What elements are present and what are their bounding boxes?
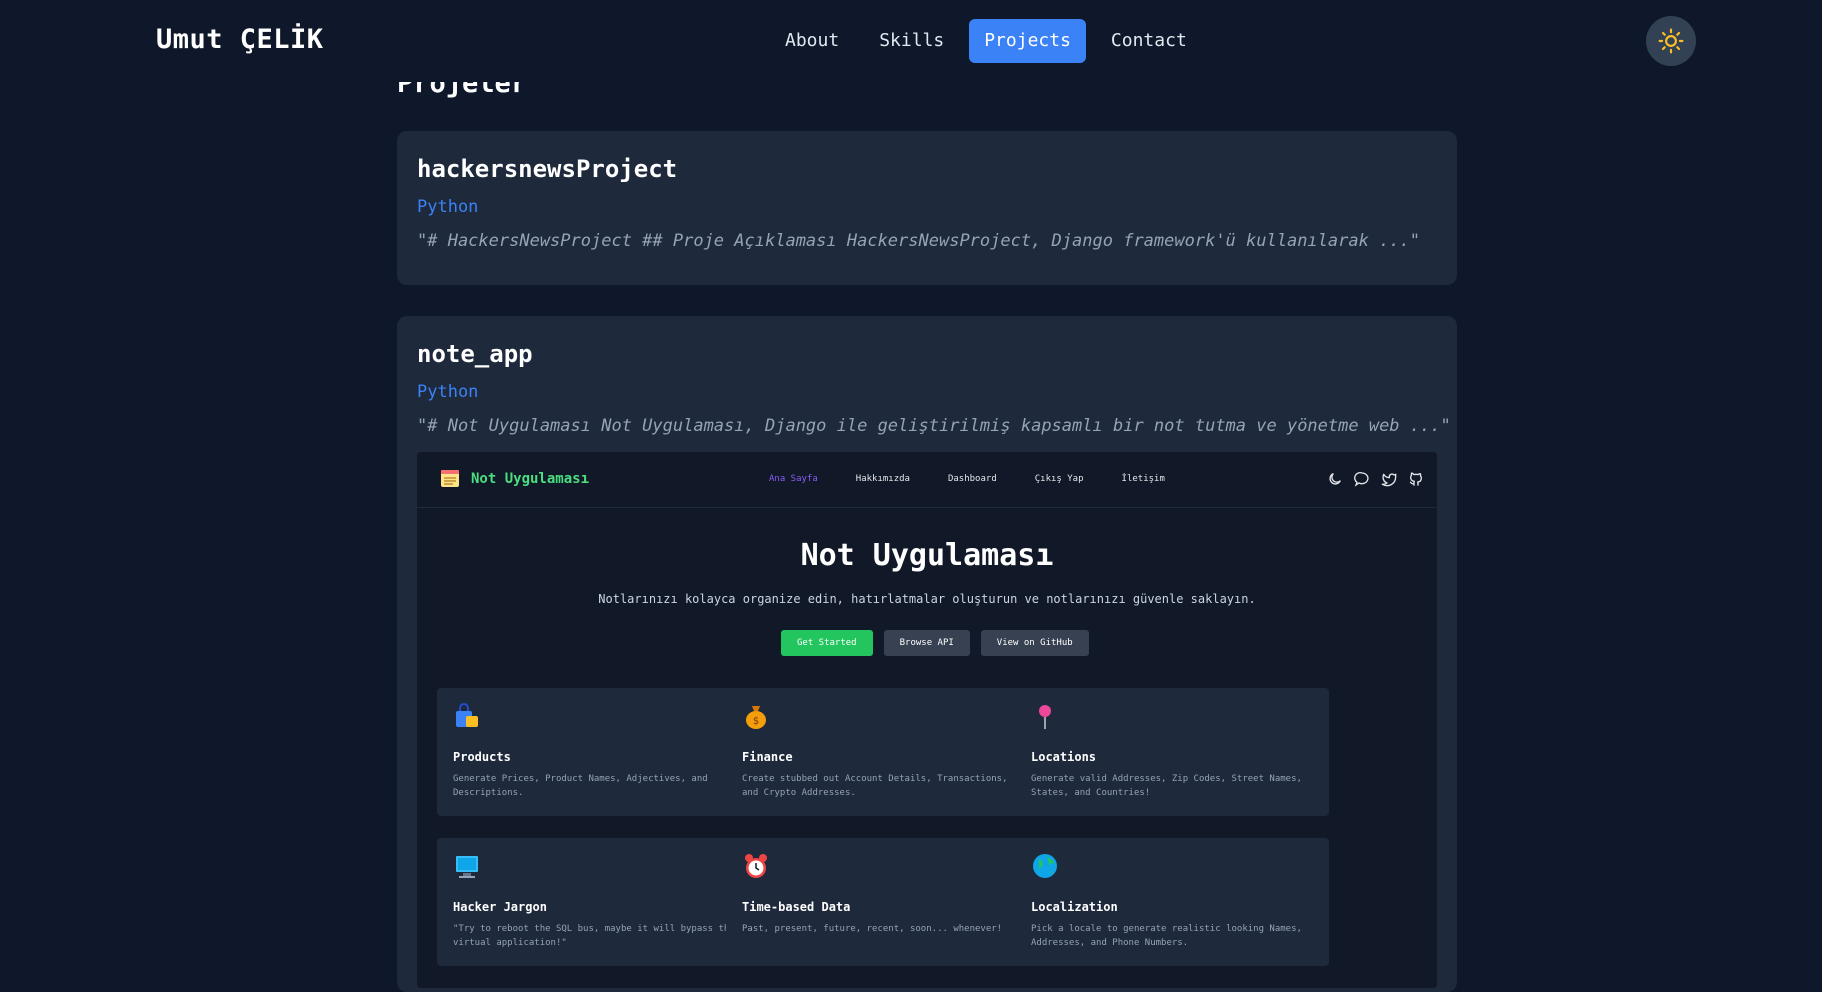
preview-feature-desc: "Try to reboot the SQL bus, maybe it wil…	[453, 924, 735, 948]
notepad-icon	[441, 470, 459, 487]
preview-feature-desc: Pick a locale to generate realistic look…	[1031, 924, 1302, 948]
preview-feature-title: Time-based Data	[742, 900, 851, 914]
preview-navbar: Not Uygulaması Ana Sayfa Hakkımızda Dash…	[417, 452, 1437, 508]
preview-hero-buttons: Get Started Browse API View on GitHub	[781, 630, 1089, 656]
moon-icon	[1329, 473, 1341, 485]
preview-feature-desc: Generate valid Addresses, Zip Codes, Str…	[1031, 774, 1302, 798]
preview-feature-title: Locations	[1031, 750, 1097, 764]
preview-github-button: View on GitHub	[980, 630, 1089, 656]
top-navbar: Umut ÇELİK About Skills Projects Contact	[0, 0, 1822, 82]
project-language: Python	[417, 382, 479, 402]
preview-feature-title: Hacker Jargon	[453, 900, 547, 914]
preview-feature-title: Localization	[1031, 900, 1118, 914]
preview-nav-home: Ana Sayfa	[769, 474, 818, 484]
project-title[interactable]: note_app	[417, 340, 533, 368]
preview-logo: Not Uygulaması	[441, 470, 589, 487]
preview-feature-card: $ Finance Create stubbed out Account Det…	[726, 688, 1040, 816]
preview-feature-card: Localization Pick a locale to generate r…	[1015, 838, 1329, 966]
preview-nav-links: Ana Sayfa Hakkımızda Dashboard Çıkış Yap…	[769, 474, 1165, 484]
preview-get-started-button: Get Started	[781, 630, 873, 656]
preview-feature-title: Finance	[742, 750, 793, 764]
site-brand[interactable]: Umut ÇELİK	[156, 24, 324, 55]
nav-about[interactable]: About	[770, 19, 854, 63]
preview-hero-subtitle: Notlarınızı kolayca organize edin, hatır…	[598, 592, 1256, 606]
main-nav: About Skills Projects Contact	[770, 19, 1202, 63]
preview-feature-card: Locations Generate valid Addresses, Zip …	[1015, 688, 1329, 816]
shopping-bags-icon	[456, 703, 478, 727]
nav-projects[interactable]: Projects	[969, 19, 1086, 63]
preview-nav-logout: Çıkış Yap	[1034, 474, 1084, 484]
pushpin-icon	[1039, 705, 1051, 729]
preview-feature-desc: Create stubbed out Account Details, Tran…	[742, 774, 1008, 798]
preview-feature-card: Hacker Jargon "Try to reboot the SQL bus…	[437, 838, 751, 966]
preview-feature-desc: Generate Prices, Product Names, Adjectiv…	[453, 774, 708, 798]
alarm-clock-icon	[745, 854, 767, 878]
twitter-icon	[1381, 473, 1397, 487]
nav-contact[interactable]: Contact	[1096, 19, 1202, 63]
preview-browse-api-button: Browse API	[883, 630, 970, 656]
preview-feature-card: Time-based Data Past, present, future, r…	[726, 838, 1040, 966]
preview-feature-title: Products	[453, 750, 511, 764]
project-language: Python	[417, 197, 479, 217]
preview-hero-title: Not Uygulaması	[800, 538, 1054, 573]
preview-feature-card: Products Generate Prices, Product Names,…	[437, 688, 751, 816]
computer-icon	[456, 856, 478, 878]
svg-text:$: $	[753, 716, 759, 727]
preview-nav-icons	[1327, 471, 1424, 487]
theme-toggle-button[interactable]	[1646, 16, 1696, 66]
nav-skills[interactable]: Skills	[864, 19, 959, 63]
preview-feature-desc: Past, present, future, recent, soon... w…	[742, 924, 1003, 934]
preview-logo-text: Not Uygulaması	[471, 470, 590, 487]
project-description: "# HackersNewsProject ## Proje Açıklamas…	[417, 231, 1421, 251]
project-preview-image: Not Uygulaması Ana Sayfa Hakkımızda Dash…	[417, 452, 1437, 988]
chat-icon	[1354, 471, 1369, 487]
project-description: "# Not Uygulaması Not Uygulaması, Django…	[417, 416, 1451, 436]
project-card[interactable]: hackersnewsProject Python "# HackersNews…	[397, 131, 1457, 285]
globe-icon	[1033, 854, 1057, 878]
project-title[interactable]: hackersnewsProject	[417, 155, 677, 183]
sun-icon	[1658, 28, 1684, 54]
preview-nav-contact: İletişim	[1121, 474, 1165, 484]
preview-nav-about: Hakkımızda	[855, 474, 910, 484]
github-icon	[1409, 472, 1422, 486]
preview-nav-dashboard: Dashboard	[947, 474, 997, 484]
project-card[interactable]: note_app Python "# Not Uygulaması Not Uy…	[397, 316, 1457, 992]
money-bag-icon: $	[746, 706, 766, 729]
